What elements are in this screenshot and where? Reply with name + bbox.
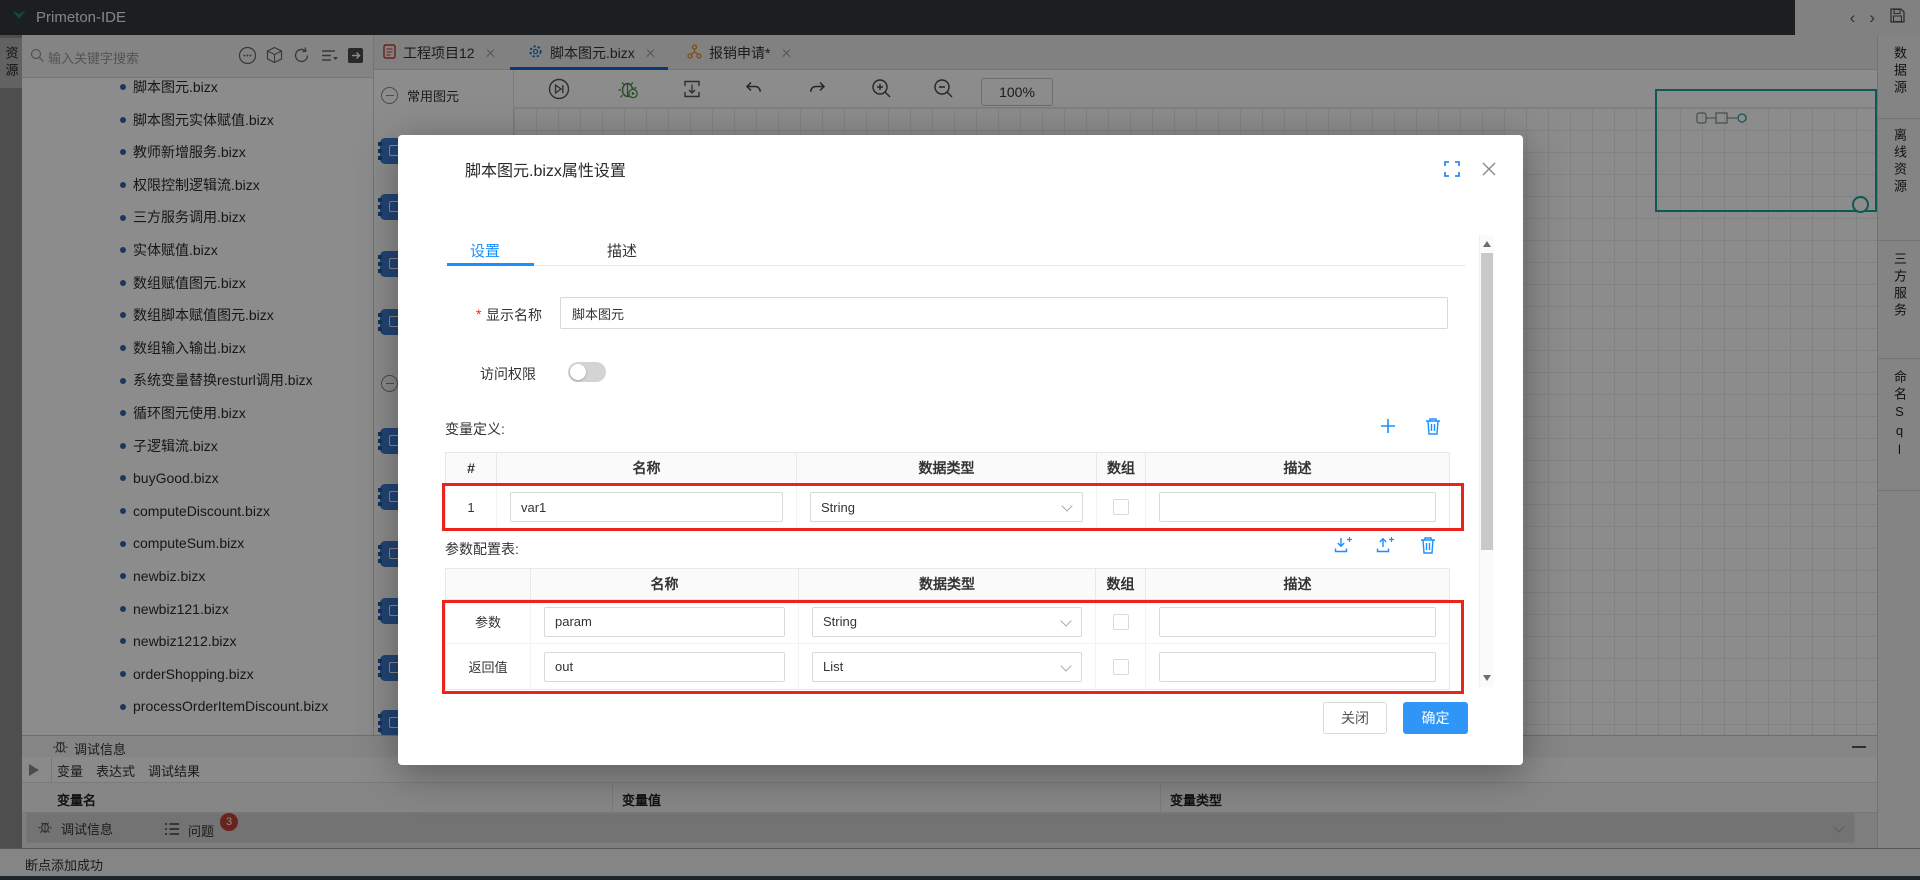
access-permission-label: 访问权限 — [480, 364, 536, 384]
variable-type-select[interactable]: String — [810, 492, 1083, 522]
scrollbar-thumb[interactable] — [1481, 253, 1493, 550]
display-name-label: 显示名称 — [486, 305, 542, 325]
dialog-title: 脚本图元.bizx属性设置 — [465, 157, 626, 181]
variable-array-checkbox[interactable] — [1113, 499, 1129, 515]
scroll-up-icon[interactable] — [1483, 241, 1491, 247]
access-permission-toggle[interactable] — [568, 362, 606, 382]
table-row: 参数 String — [446, 600, 1449, 644]
properties-dialog: 脚本图元.bizx属性设置 设置 描述 * 显示名称 访问权限 变量定义: # … — [398, 135, 1523, 765]
add-variable-icon[interactable] — [1378, 416, 1398, 436]
fullscreen-icon[interactable] — [1443, 160, 1461, 183]
variables-table: # 名称 数据类型 数组 描述 1 String — [445, 452, 1450, 531]
close-icon[interactable] — [1481, 161, 1497, 182]
variables-section-label: 变量定义: — [445, 419, 505, 439]
delete-params-icon[interactable] — [1419, 535, 1439, 555]
table-row: 返回值 List — [446, 644, 1449, 689]
import-params-icon[interactable] — [1333, 535, 1353, 555]
param-array-checkbox[interactable] — [1113, 614, 1129, 630]
variable-desc-input[interactable] — [1159, 492, 1436, 522]
dialog-scrollbar[interactable] — [1479, 235, 1494, 687]
param-name-input[interactable] — [544, 607, 785, 637]
delete-variable-icon[interactable] — [1424, 416, 1444, 436]
table-row: 1 String — [446, 484, 1449, 530]
display-name-input[interactable] — [560, 297, 1448, 329]
export-params-icon[interactable] — [1375, 535, 1395, 555]
required-asterisk: * — [476, 306, 481, 322]
dialog-tab-settings[interactable]: 设置 — [470, 240, 500, 261]
ok-button[interactable]: 确定 — [1403, 702, 1468, 734]
params-table: 名称 数据类型 数组 描述 参数 String 返回值 List — [445, 568, 1450, 690]
close-button[interactable]: 关闭 — [1323, 702, 1387, 734]
return-array-checkbox[interactable] — [1113, 659, 1129, 675]
variable-name-input[interactable] — [510, 492, 783, 522]
dialog-tab-description[interactable]: 描述 — [607, 240, 637, 261]
param-type-select[interactable]: String — [812, 607, 1082, 637]
scroll-down-icon[interactable] — [1483, 675, 1491, 681]
return-desc-input[interactable] — [1159, 652, 1436, 682]
params-section-label: 参数配置表: — [445, 539, 519, 559]
param-desc-input[interactable] — [1159, 607, 1436, 637]
ide-screen: Primeton-IDE ‹ › 资源 输入关键字搜索 脚本图 — [0, 0, 1920, 880]
return-type-select[interactable]: List — [812, 652, 1082, 682]
return-name-input[interactable] — [544, 652, 785, 682]
active-dialog-tab-indicator — [447, 263, 534, 266]
